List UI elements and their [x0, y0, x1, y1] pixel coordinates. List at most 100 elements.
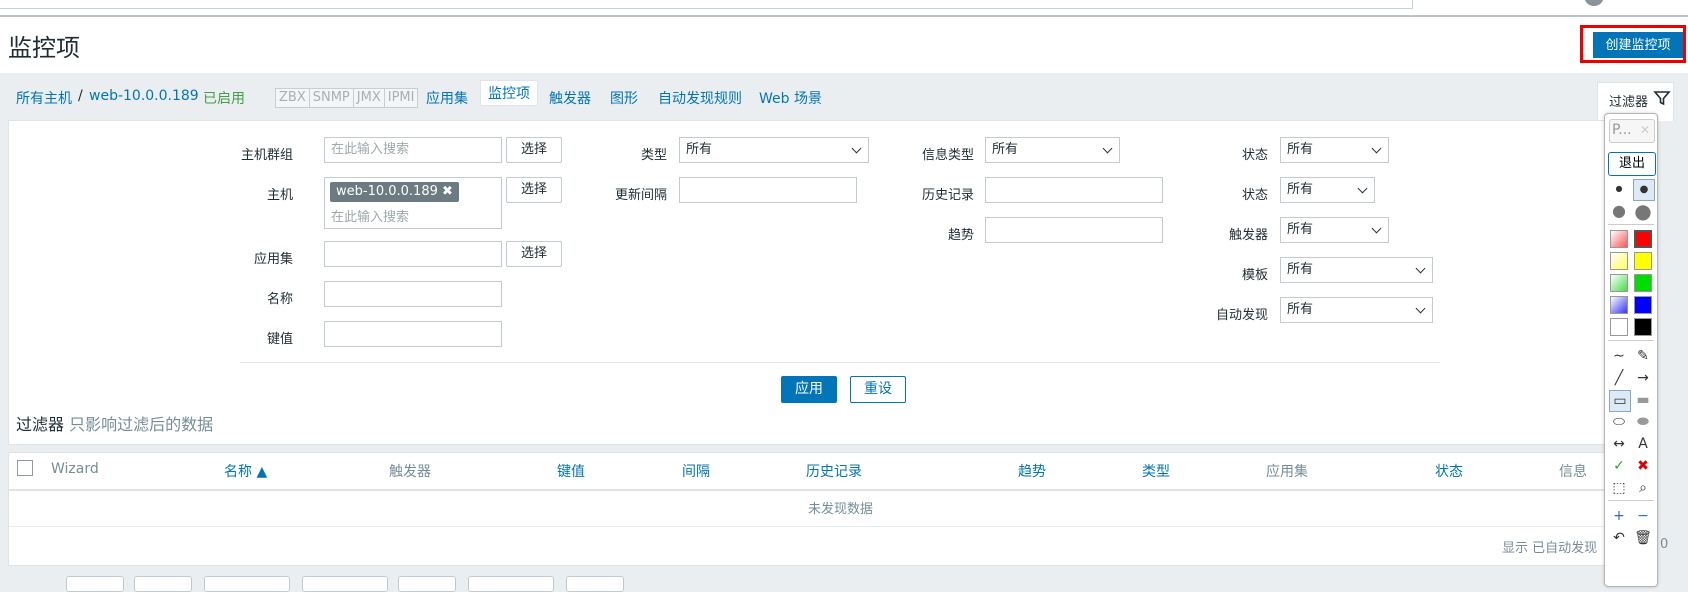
table-footer-count: 0: [1660, 537, 1669, 552]
swatch-yellow[interactable]: [1634, 252, 1652, 270]
column-status[interactable]: 状态: [1435, 461, 1463, 481]
tab-applications[interactable]: 应用集: [426, 88, 468, 108]
swatch-light-blue[interactable]: [1610, 296, 1628, 314]
column-type[interactable]: 类型: [1142, 461, 1170, 481]
column-wizard: Wizard: [51, 461, 99, 477]
line-icon[interactable]: ╱: [1609, 368, 1629, 388]
tab-web-scenarios[interactable]: Web 场景: [759, 88, 822, 108]
state-select[interactable]: 所有: [1280, 137, 1389, 163]
swatch-light-red[interactable]: [1610, 230, 1628, 248]
avatar[interactable]: [1584, 0, 1604, 6]
filled-rectangle-icon[interactable]: ▬: [1633, 390, 1653, 410]
breadcrumb-all-hosts[interactable]: 所有主机: [16, 88, 72, 108]
host-input-placeholder[interactable]: 在此输入搜索: [331, 206, 409, 225]
crop-icon[interactable]: ⬚: [1609, 478, 1629, 498]
filter-divider: [240, 362, 1440, 363]
apply-button[interactable]: 应用: [781, 376, 837, 403]
host-chip: web-10.0.0.189 ✖: [330, 182, 459, 202]
column-key[interactable]: 键值: [557, 461, 585, 481]
mass-action-button[interactable]: [134, 576, 192, 592]
swatch-red[interactable]: [1634, 230, 1652, 248]
close-icon[interactable]: ✖: [442, 184, 453, 199]
rectangle-icon[interactable]: ▭: [1609, 390, 1631, 412]
dot-small-icon[interactable]: ●: [1609, 179, 1629, 199]
create-item-button[interactable]: 创建监控项: [1593, 32, 1683, 58]
tab-items[interactable]: 监控项: [480, 80, 538, 106]
minus-icon[interactable]: −: [1633, 506, 1653, 526]
column-name[interactable]: 名称 ▲: [224, 461, 267, 481]
tag-zbx: ZBX: [275, 88, 310, 108]
application-input[interactable]: [324, 241, 502, 267]
filter-tab-label: 过滤器: [1609, 95, 1649, 110]
ellipse-icon[interactable]: ⬭: [1609, 412, 1629, 432]
host-group-input[interactable]: 在此输入搜索: [324, 137, 502, 163]
trends-label: 趋势: [947, 228, 974, 243]
swatch-light-green[interactable]: [1610, 274, 1628, 292]
arrow-icon[interactable]: →: [1633, 368, 1653, 388]
filled-ellipse-icon[interactable]: ⬬: [1633, 412, 1653, 432]
breadcrumb-separator: /: [78, 88, 83, 104]
dot-medium-icon[interactable]: ●: [1633, 179, 1655, 201]
toolbar-separator: [1608, 340, 1654, 341]
trash-icon[interactable]: 🗑: [1633, 528, 1653, 548]
dot-large-icon[interactable]: ●: [1609, 201, 1629, 221]
toolbar-title-box[interactable]: P... ✕: [1609, 119, 1655, 143]
host-group-select-button[interactable]: 选择: [506, 137, 562, 163]
tab-triggers[interactable]: 触发器: [549, 88, 591, 108]
type-select[interactable]: 所有: [679, 137, 869, 163]
undo-icon[interactable]: ↶: [1609, 528, 1629, 548]
key-input[interactable]: [324, 321, 502, 347]
cross-icon[interactable]: ✖: [1633, 456, 1653, 476]
no-data-message: 未发现数据: [808, 502, 874, 517]
info-type-select[interactable]: 所有: [985, 137, 1120, 163]
zoom-icon[interactable]: ⌕: [1633, 478, 1653, 498]
swatch-white[interactable]: [1610, 318, 1628, 336]
breadcrumb-host[interactable]: web-10.0.0.189: [89, 88, 199, 104]
tab-graphs[interactable]: 图形: [610, 88, 638, 108]
mass-action-button[interactable]: [204, 576, 290, 592]
update-interval-label: 更新间隔: [614, 188, 667, 203]
eraser-icon[interactable]: ✎: [1633, 346, 1653, 366]
swatch-light-yellow[interactable]: [1610, 252, 1628, 270]
host-status-enabled[interactable]: 已启用: [203, 88, 245, 108]
discovery-select[interactable]: 所有: [1280, 297, 1433, 323]
status-select[interactable]: 所有: [1280, 177, 1375, 203]
dot-xlarge-icon[interactable]: ●: [1633, 201, 1653, 221]
text-icon[interactable]: A: [1633, 434, 1653, 454]
tab-discovery-rules[interactable]: 自动发现规则: [658, 88, 742, 108]
table-row-border: [9, 526, 1612, 527]
triggers-select[interactable]: 所有: [1280, 217, 1389, 243]
template-select[interactable]: 所有: [1280, 257, 1433, 283]
mass-action-button[interactable]: [468, 576, 554, 592]
column-trends[interactable]: 趋势: [1018, 461, 1046, 481]
column-history[interactable]: 历史记录: [806, 461, 862, 481]
mass-action-button[interactable]: [566, 576, 624, 592]
swatch-blue[interactable]: [1634, 296, 1652, 314]
resize-icon[interactable]: ↔: [1609, 434, 1629, 454]
trends-input[interactable]: [985, 217, 1163, 243]
select-all-checkbox[interactable]: [17, 460, 33, 476]
template-label: 模板: [1241, 268, 1268, 283]
page-header: [0, 15, 1688, 73]
swatch-black[interactable]: [1634, 318, 1652, 336]
mass-action-button[interactable]: [302, 576, 388, 592]
filter-icon: [1653, 91, 1671, 106]
host-select-button[interactable]: 选择: [506, 177, 562, 203]
column-interval[interactable]: 间隔: [682, 461, 710, 481]
filter-note-text: 只影响过滤后的数据: [69, 415, 214, 434]
reset-button[interactable]: 重设: [850, 376, 906, 403]
history-input[interactable]: [985, 177, 1163, 203]
swatch-green[interactable]: [1634, 274, 1652, 292]
application-select-button[interactable]: 选择: [506, 241, 562, 267]
freehand-icon[interactable]: ∼: [1609, 346, 1629, 366]
check-icon[interactable]: ✓: [1609, 456, 1629, 476]
close-icon[interactable]: ✕: [1640, 123, 1650, 137]
name-input[interactable]: [324, 281, 502, 307]
plus-icon[interactable]: +: [1609, 506, 1629, 526]
host-multiselect[interactable]: web-10.0.0.189 ✖ 在此输入搜索: [324, 177, 502, 229]
exit-button[interactable]: 退出: [1608, 152, 1656, 176]
update-interval-input[interactable]: [679, 177, 857, 203]
mass-action-button[interactable]: [398, 576, 456, 592]
tag-jmx: JMX: [352, 88, 385, 108]
mass-action-button[interactable]: [66, 576, 124, 592]
